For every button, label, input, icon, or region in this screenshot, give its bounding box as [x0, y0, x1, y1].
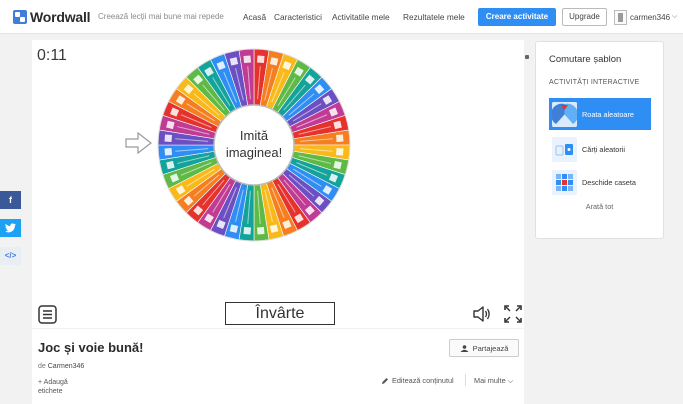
wheel-icon [550, 101, 579, 127]
show-all-link[interactable]: Arată tot [536, 202, 663, 211]
panel-toggle-icon[interactable] [525, 55, 529, 59]
activity-title: Joc și voie bună! [38, 340, 144, 355]
template-switcher-subtitle: ACTIVITĂȚI INTERACTIVE [549, 79, 640, 86]
facebook-share-button[interactable]: f [0, 191, 21, 209]
author-line: de Carmen346 [38, 363, 84, 370]
template-label: Cărți aleatorii [582, 144, 625, 154]
spin-button[interactable]: Învârte [225, 302, 335, 325]
twitter-share-button[interactable] [0, 219, 21, 237]
author-link[interactable]: Carmen346 [48, 363, 85, 370]
edit-content-link[interactable]: Editează conținutul [381, 376, 454, 385]
timer: 0:11 [37, 47, 67, 64]
sound-icon[interactable] [473, 306, 491, 322]
wheel-segment-image [164, 147, 173, 156]
page: Wordwall Creează lecții mai bune mai rep… [0, 0, 683, 404]
wheel-center-text-line2: imaginea! [226, 145, 282, 160]
share-label: Partajează [472, 343, 509, 353]
logo-text: Wordwall [30, 9, 91, 25]
template-random-wheel[interactable]: Roata aleatoare [549, 98, 651, 130]
top-navbar: Wordwall Creează lecții mai bune mai rep… [0, 0, 683, 34]
pencil-icon [382, 377, 388, 384]
create-activity-button[interactable]: Creare activitate [478, 8, 556, 26]
user-avatar-icon [614, 9, 627, 25]
nav-features[interactable]: Caracteristici [274, 12, 322, 22]
template-label: Roata aleatoare [582, 109, 634, 119]
wheel-svg: Imită imaginea! [157, 48, 351, 242]
nav-my-results[interactable]: Rezultatele mele [403, 12, 465, 22]
chevron-down-icon: ⌵ [672, 13, 678, 20]
spin-wheel[interactable]: Imită imaginea! [156, 47, 352, 243]
nav-home[interactable]: Acasă [243, 12, 266, 22]
logo-icon [13, 10, 27, 24]
template-random-cards[interactable]: Cărți aleatorii [549, 133, 651, 165]
wheel-segment-image [335, 134, 344, 143]
wheel-segment-image [256, 226, 265, 235]
add-tags-link[interactable]: + Adaugă etichete [38, 378, 78, 396]
share-button[interactable]: Partajează [449, 339, 519, 357]
template-switcher-panel: Comutare șablon ACTIVITĂȚI INTERACTIVE R… [535, 41, 664, 239]
wheel-segment-image [243, 226, 252, 235]
template-open-the-box[interactable]: Deschide caseta [549, 166, 651, 198]
wheel-segment-image [164, 134, 173, 143]
wheel-pointer-icon [125, 132, 152, 154]
user-share-icon [460, 344, 469, 352]
edit-content-label: Editează conținutul [392, 376, 454, 385]
cards-icon [552, 136, 577, 162]
wheel-segment-image [335, 147, 344, 156]
activity-info-panel: Joc și voie bună! de Carmen346 + Adaugă … [32, 329, 524, 404]
embed-button[interactable]: </> [0, 247, 21, 265]
nav-my-activities[interactable]: Activitatile mele [332, 12, 390, 22]
fullscreen-icon[interactable] [503, 304, 523, 324]
wordwall-logo[interactable]: Wordwall [13, 9, 91, 25]
tagline: Creează lecții mai bune mai repede [98, 12, 224, 21]
wheel-center-text-line1: Imită [240, 128, 269, 143]
menu-icon[interactable] [38, 305, 57, 324]
wheel-segment-image [243, 55, 252, 64]
author-prefix: de [38, 363, 46, 370]
user-menu[interactable]: carmen346 ⌵ [614, 8, 677, 26]
more-options-link[interactable]: Mai multe ⌵ [474, 376, 513, 386]
template-label: Deschide caseta [582, 177, 636, 187]
upgrade-button[interactable]: Upgrade [562, 8, 607, 26]
boxes-icon [552, 169, 577, 195]
template-switcher-title: Comutare șablon [549, 54, 622, 65]
wheel-segment-image [256, 55, 265, 64]
divider [465, 374, 466, 386]
username: carmen346 [630, 12, 671, 22]
twitter-icon [5, 223, 16, 233]
